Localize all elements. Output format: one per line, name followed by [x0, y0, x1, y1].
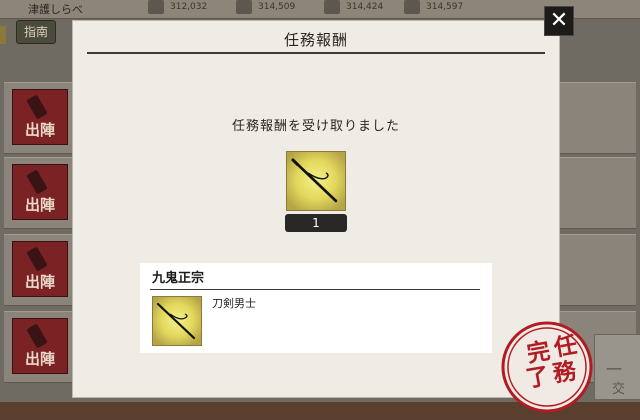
sortie-label: 出陣	[24, 350, 55, 368]
sword-thumbnail-icon	[152, 296, 202, 346]
character-type: 刀剣男士	[212, 297, 256, 310]
character-card: 九鬼正宗 刀剣男士	[140, 263, 492, 353]
received-message: 任務報酬を受け取りました	[231, 119, 400, 134]
character-name: 九鬼正宗	[152, 271, 205, 286]
header-text: 津護しらべ	[28, 3, 83, 16]
stamp-char: 任	[551, 331, 580, 362]
resource-value: 314,509	[258, 2, 296, 12]
resource-icon	[236, 0, 252, 14]
guide-button[interactable]: 指南	[16, 20, 56, 44]
sortie-icon	[26, 323, 48, 349]
side-button-sublabel: 交	[612, 382, 626, 397]
sortie-button[interactable]: 出陣	[12, 318, 68, 374]
resource-value: 312,032	[170, 2, 208, 12]
sortie-label: 出陣	[24, 273, 55, 291]
stamp-char: 完	[524, 337, 553, 368]
dialog-title: 任務報酬	[283, 31, 348, 49]
sortie-button[interactable]: 出陣	[12, 89, 68, 145]
resource-value: 314,424	[346, 2, 384, 12]
card-divider	[150, 289, 480, 290]
reward-dialog: 任務報酬 任務報酬を受け取りました 1 九鬼正宗 刀剣男士	[72, 20, 560, 398]
sortie-label: 出陣	[24, 121, 55, 139]
sortie-icon	[26, 246, 48, 272]
resource-icon	[404, 0, 420, 14]
reward-count: 1	[285, 214, 347, 232]
stamp-char: 了	[523, 362, 552, 393]
close-button[interactable]: ✕	[544, 6, 574, 36]
side-tab	[0, 26, 6, 44]
sortie-label: 出陣	[24, 196, 55, 214]
title-divider	[87, 52, 545, 54]
resource-icon	[324, 0, 340, 14]
side-button-label: 一	[606, 360, 623, 379]
sortie-button[interactable]: 出陣	[12, 241, 68, 297]
sortie-button[interactable]: 出陣	[12, 164, 68, 220]
resource-icon	[148, 0, 164, 14]
sword-item-icon	[286, 151, 346, 211]
sortie-icon	[26, 169, 48, 195]
sortie-icon	[26, 94, 48, 120]
resource-value: 314,597	[426, 2, 464, 12]
stamp-char: 務	[550, 357, 579, 388]
